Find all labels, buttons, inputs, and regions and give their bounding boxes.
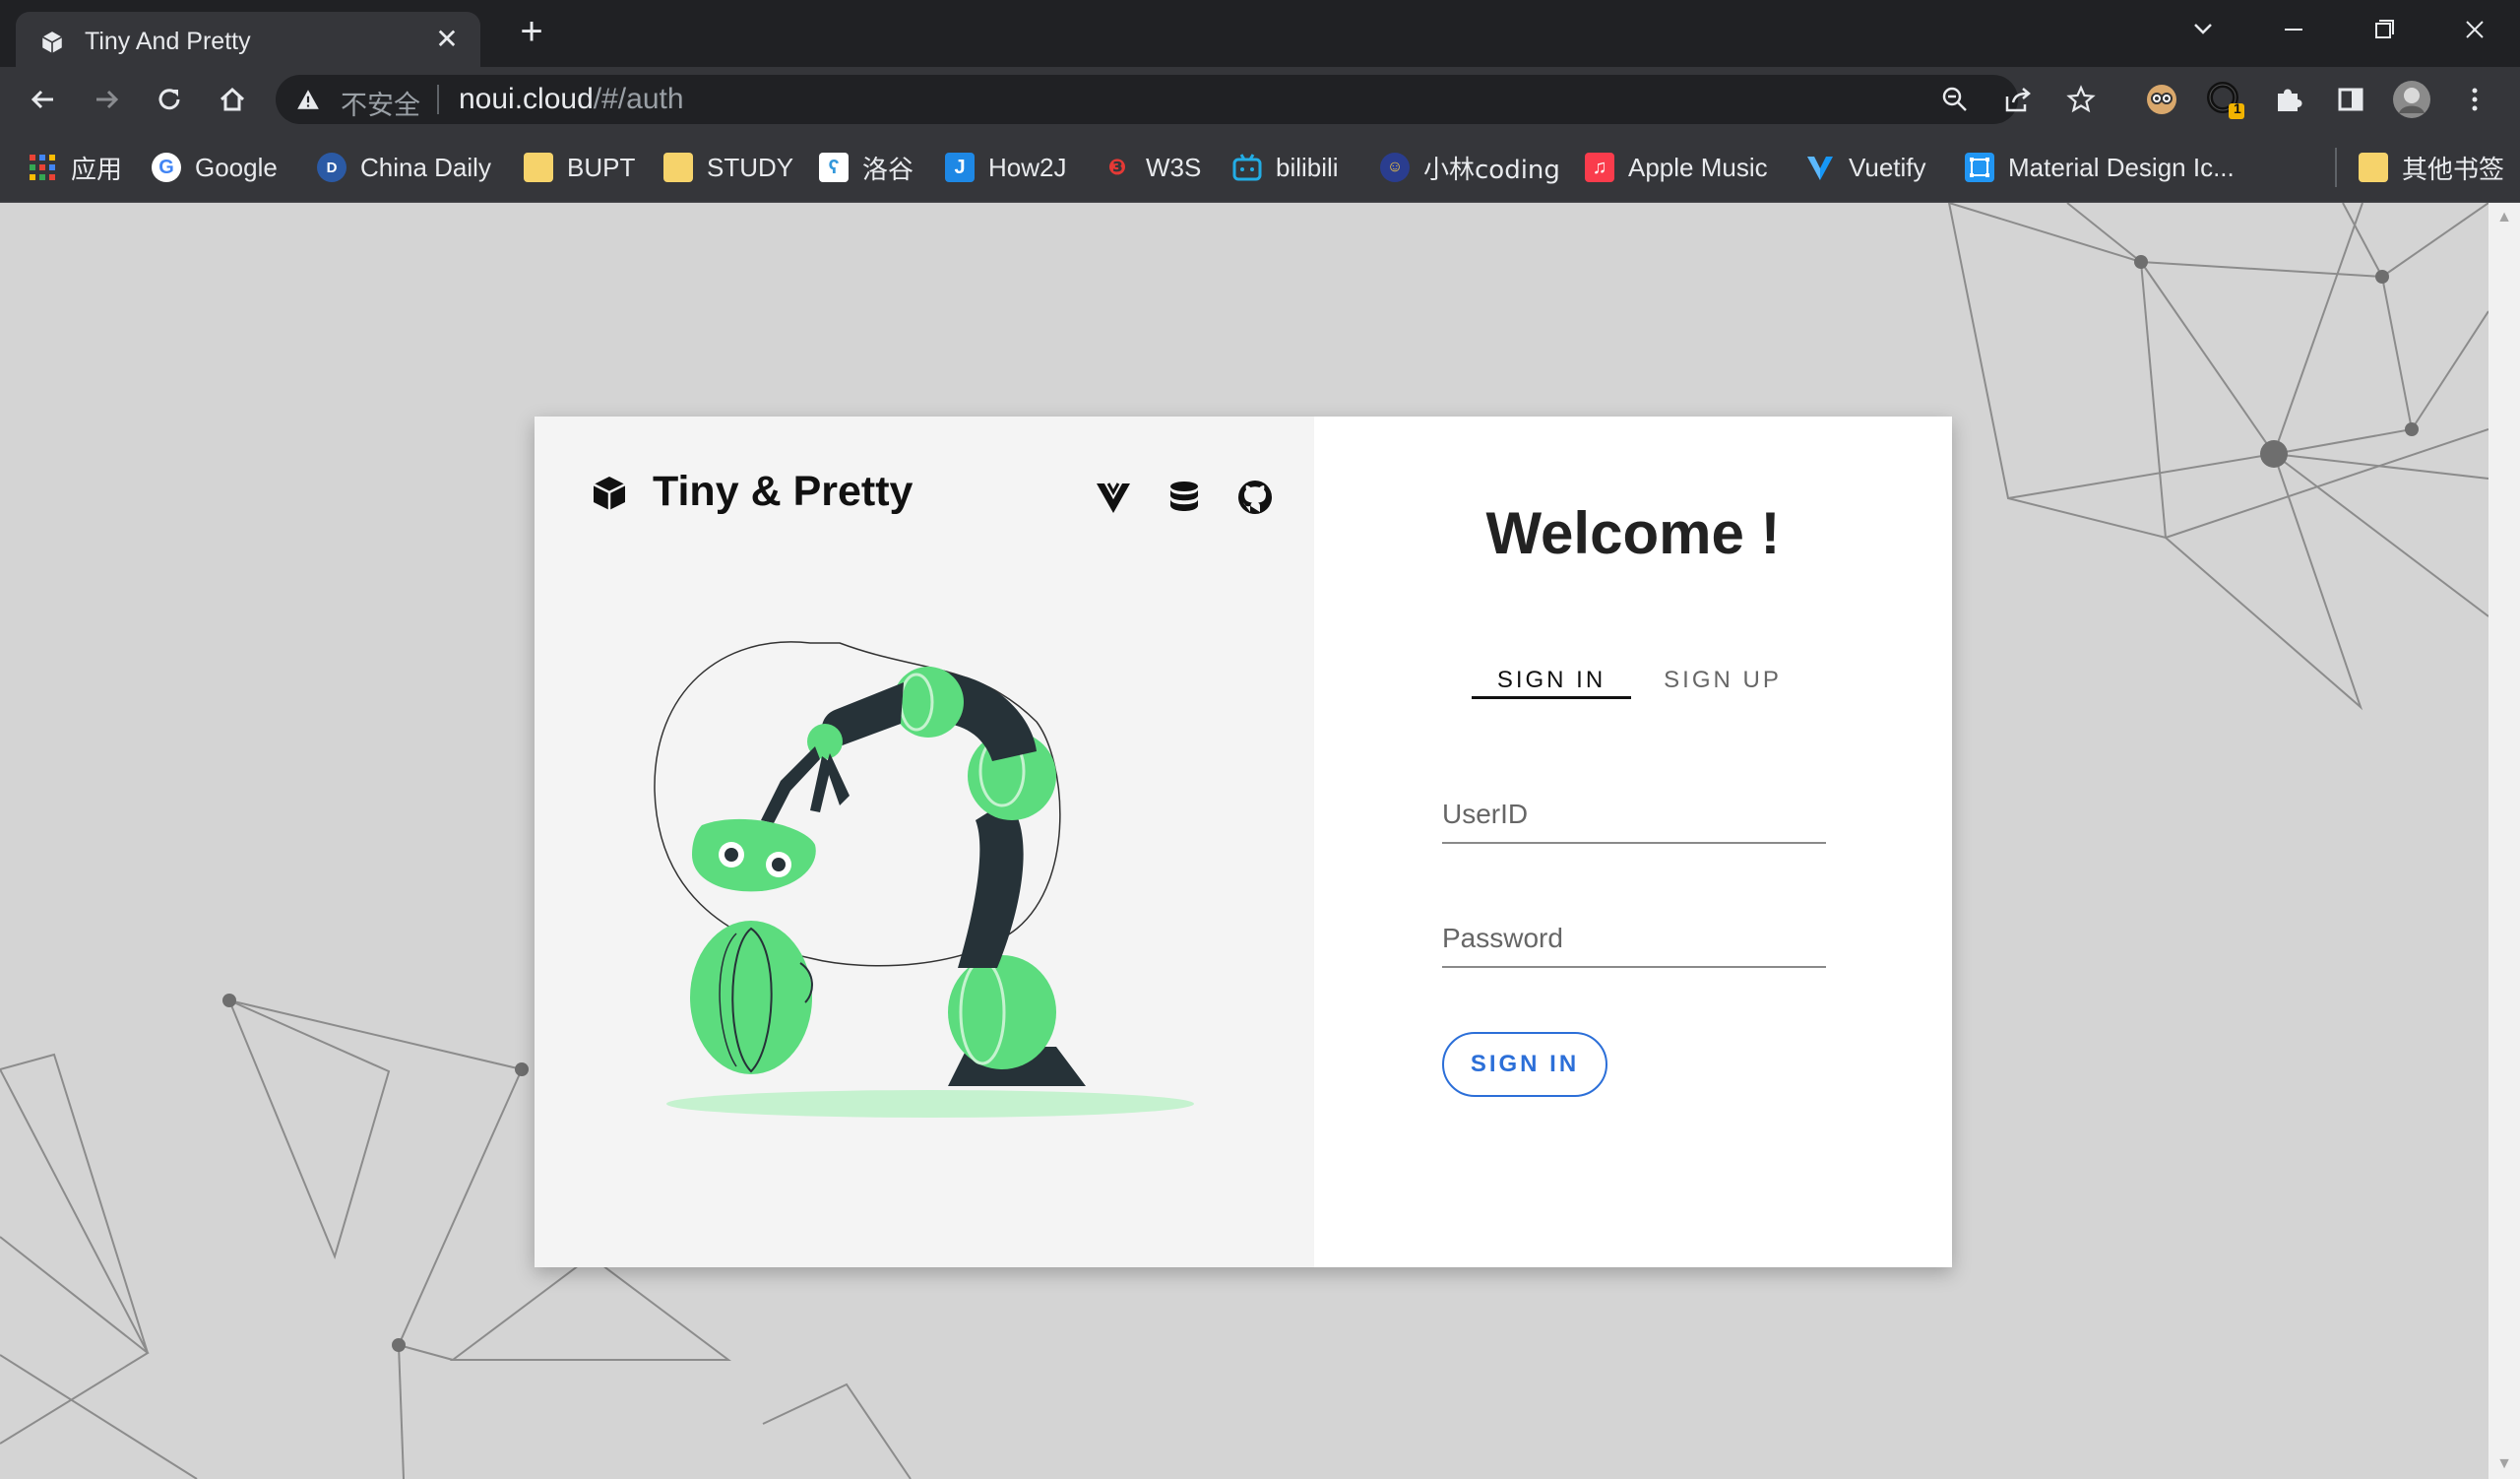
bilibili-icon: [1232, 153, 1262, 182]
bookmark-w3s[interactable]: ❸ W3S: [1102, 148, 1202, 187]
page-scrollbar[interactable]: ▲ ▼: [2488, 203, 2520, 1479]
bookmark-label: Google: [195, 152, 278, 182]
bookmark-label: Apple Music: [1628, 152, 1768, 182]
cube-favicon-icon: [41, 32, 63, 53]
url-path: /#/auth: [593, 83, 684, 115]
other-bookmarks-label: 其他书签: [2402, 155, 2505, 185]
bookmark-apps[interactable]: 应用: [28, 148, 122, 187]
bookmark-star-icon[interactable]: [2065, 84, 2097, 115]
bookmark-label: STUDY: [707, 152, 794, 182]
zoom-icon[interactable]: [1939, 84, 1971, 115]
other-bookmarks[interactable]: 其他书签: [2359, 148, 2504, 187]
home-icon[interactable]: [213, 80, 252, 119]
scroll-up-arrow-icon[interactable]: ▲: [2488, 203, 2520, 232]
xiaolin-icon: ☺: [1380, 153, 1410, 182]
database-icon[interactable]: [1165, 478, 1204, 517]
share-icon[interactable]: [2002, 84, 2034, 115]
userid-field[interactable]: UserID: [1442, 773, 1826, 844]
google-icon: G: [152, 153, 181, 182]
bookmark-label: 小林coding: [1423, 155, 1560, 185]
warning-icon[interactable]: [295, 87, 321, 112]
bookmark-luogu[interactable]: ʕ 洛谷: [819, 148, 914, 187]
tab-sign-in[interactable]: SIGN IN: [1472, 641, 1631, 720]
bookmark-label: bilibili: [1276, 152, 1339, 182]
china-daily-icon: D: [317, 153, 346, 182]
scroll-down-arrow-icon[interactable]: ▼: [2488, 1449, 2520, 1479]
bookmark-bilibili[interactable]: bilibili: [1232, 148, 1339, 187]
how2j-icon: J: [945, 153, 975, 182]
vue-icon[interactable]: [1094, 478, 1133, 517]
bookmark-label: BUPT: [567, 152, 636, 182]
side-panel-icon[interactable]: [2331, 80, 2370, 119]
password-label: Password: [1442, 923, 1563, 953]
vuetify-icon: [1805, 153, 1835, 182]
restore-icon[interactable]: [2361, 10, 2408, 49]
card-illustration-panel: Tiny & Pretty: [535, 417, 1314, 1267]
w3s-icon: ❸: [1107, 155, 1127, 179]
bookmark-label: W3S: [1146, 152, 1202, 182]
luogu-icon: ʕ: [819, 153, 849, 182]
browser-tab[interactable]: Tiny And Pretty ✕: [16, 12, 480, 67]
bookmark-bupt[interactable]: BUPT: [524, 148, 635, 187]
folder-icon: [2359, 153, 2388, 182]
bookmark-label: How2J: [988, 152, 1067, 182]
extension-ring-icon[interactable]: 1: [2205, 80, 2244, 119]
minimize-icon[interactable]: [2270, 10, 2317, 49]
cube-logo-icon: [593, 477, 626, 510]
bookmarks-bar: 应用 G Google D China Daily BUPT STUDY ʕ 洛…: [0, 132, 2520, 203]
omnibox-separator: [437, 85, 439, 114]
github-icon[interactable]: [1235, 478, 1275, 517]
apple-music-icon: ♫: [1585, 153, 1614, 182]
auth-form-panel: Welcome ! SIGN IN SIGN UP UserID Passwor…: [1314, 417, 1952, 1267]
active-tab-indicator: [1472, 696, 1631, 699]
tab-close-button[interactable]: ✕: [429, 22, 465, 57]
bookmark-apple-music[interactable]: ♫ Apple Music: [1585, 148, 1768, 187]
bookmark-xiaolin[interactable]: ☺ 小林coding: [1380, 148, 1560, 187]
browser-titlebar: Tiny And Pretty ✕ +: [0, 0, 2520, 67]
tab-sign-up[interactable]: SIGN UP: [1639, 641, 1806, 720]
bookmark-label: Vuetify: [1849, 152, 1926, 182]
bookmark-label: China Daily: [360, 152, 491, 182]
bookmark-study[interactable]: STUDY: [663, 148, 793, 187]
brand-name: Tiny & Pretty: [653, 468, 914, 515]
bookmark-google[interactable]: G Google: [152, 148, 278, 187]
url-host: noui.cloud: [459, 83, 594, 115]
browser-toolbar: 不安全 noui.cloud/#/auth 1: [0, 67, 2520, 132]
folder-icon: [524, 153, 553, 182]
auth-card: Tiny & Pretty Welcome ! SIGN IN SIGN UP …: [535, 417, 1952, 1267]
bookmark-label: 应用: [71, 155, 123, 185]
new-tab-button[interactable]: +: [512, 12, 551, 53]
bookmark-label: Material Design Ic...: [2008, 152, 2235, 182]
welcome-heading: Welcome !: [1485, 500, 1781, 566]
bookmark-how2j[interactable]: J How2J: [945, 148, 1066, 187]
close-window-icon[interactable]: [2451, 10, 2498, 49]
page-content: Tiny & Pretty Welcome ! SIGN IN SIGN UP …: [0, 203, 2488, 1479]
tab-title: Tiny And Pretty: [85, 28, 251, 55]
password-field[interactable]: Password: [1442, 897, 1826, 968]
sign-in-button[interactable]: SIGN IN: [1442, 1032, 1607, 1097]
userid-label: UserID: [1442, 799, 1529, 829]
profile-avatar-icon[interactable]: [2392, 80, 2431, 119]
bookmark-material-design[interactable]: Material Design Ic...: [1965, 148, 2235, 187]
folder-icon: [663, 153, 693, 182]
robot-arm-illustration: [654, 641, 1194, 1118]
bookmarks-divider: [2335, 148, 2337, 187]
back-icon[interactable]: [24, 80, 63, 119]
bookmark-china-daily[interactable]: D China Daily: [317, 148, 491, 187]
material-design-icon: [1965, 153, 1994, 182]
extensions-puzzle-icon[interactable]: [2268, 80, 2307, 119]
apps-grid-icon: [28, 153, 57, 182]
url-text[interactable]: noui.cloud/#/auth: [459, 83, 684, 116]
not-secure-label[interactable]: 不安全: [341, 84, 420, 122]
extension-badge: 1: [2234, 100, 2241, 116]
bookmark-vuetify[interactable]: Vuetify: [1805, 148, 1926, 187]
reload-icon[interactable]: [150, 80, 189, 119]
forward-icon[interactable]: [87, 80, 126, 119]
bookmark-label: 洛谷: [862, 155, 914, 185]
address-bar[interactable]: 不安全 noui.cloud/#/auth: [276, 75, 2096, 124]
menu-kebab-icon[interactable]: [2455, 80, 2494, 119]
extension-avatar-icon[interactable]: [2142, 80, 2181, 119]
tab-search-icon[interactable]: [2179, 10, 2227, 49]
